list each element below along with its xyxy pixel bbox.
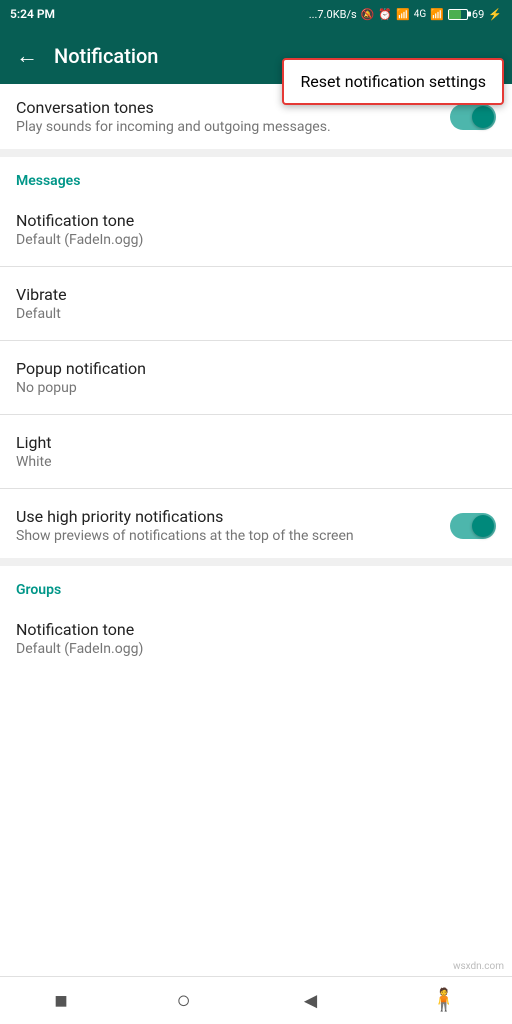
network-speed: ...7.0KB/s — [309, 8, 357, 21]
messages-vibrate-item[interactable]: Vibrate Default — [0, 271, 512, 336]
conversation-tones-toggle[interactable] — [450, 104, 496, 130]
messages-light-item[interactable]: Light White — [0, 419, 512, 484]
vibrate-icon: 🔕 — [361, 8, 375, 21]
signal-icon: 📶 — [396, 8, 410, 21]
messages-notification-tone-item[interactable]: Notification tone Default (FadeIn.ogg) — [0, 197, 512, 262]
groups-notification-tone-title: Notification tone — [16, 620, 496, 639]
divider-2 — [0, 266, 512, 267]
app-bar: ← Notification Reset notification settin… — [0, 28, 512, 84]
settings-content: Conversation tones Play sounds for incom… — [0, 84, 512, 976]
messages-light-subtitle: White — [16, 454, 496, 470]
messages-section-header: Messages — [0, 157, 512, 197]
nav-person-icon[interactable]: 🧍 — [430, 988, 457, 1013]
divider-1 — [0, 149, 512, 157]
messages-popup-notification-subtitle: No popup — [16, 380, 496, 396]
nav-back-icon[interactable]: ◄ — [300, 988, 322, 1014]
watermark: wsxdn.com — [453, 961, 504, 972]
back-button[interactable]: ← — [16, 43, 38, 69]
alarm-icon: ⏰ — [378, 8, 392, 21]
status-time: 5:24 PM — [10, 7, 55, 21]
messages-high-priority-toggle[interactable] — [450, 513, 496, 539]
lte-icon: 4G — [414, 9, 426, 20]
signal-icon-2: 📶 — [430, 8, 444, 21]
groups-section-header: Groups — [0, 566, 512, 606]
messages-light-title: Light — [16, 433, 496, 452]
divider-4 — [0, 414, 512, 415]
bolt-icon: ⚡ — [488, 8, 502, 21]
messages-vibrate-subtitle: Default — [16, 306, 496, 322]
conversation-tones-subtitle: Play sounds for incoming and outgoing me… — [16, 119, 450, 135]
messages-popup-notification-item[interactable]: Popup notification No popup — [0, 345, 512, 410]
messages-notification-tone-subtitle: Default (FadeIn.ogg) — [16, 232, 496, 248]
messages-high-priority-item[interactable]: Use high priority notifications Show pre… — [0, 493, 512, 558]
status-bar: 5:24 PM ...7.0KB/s 🔕 ⏰ 📶 4G 📶 69 ⚡ — [0, 0, 512, 28]
divider-6 — [0, 558, 512, 566]
nav-home-icon[interactable]: ○ — [176, 986, 191, 1015]
divider-5 — [0, 488, 512, 489]
messages-high-priority-title: Use high priority notifications — [16, 507, 450, 526]
reset-notification-settings-button[interactable]: Reset notification settings — [282, 58, 504, 105]
divider-3 — [0, 340, 512, 341]
bottom-nav: ■ ○ ◄ 🧍 — [0, 976, 512, 1024]
messages-notification-tone-title: Notification tone — [16, 211, 496, 230]
groups-notification-tone-item[interactable]: Notification tone Default (FadeIn.ogg) — [0, 606, 512, 671]
messages-vibrate-title: Vibrate — [16, 285, 496, 304]
messages-popup-notification-title: Popup notification — [16, 359, 496, 378]
battery-percent: 69 — [472, 8, 484, 21]
status-icons: ...7.0KB/s 🔕 ⏰ 📶 4G 📶 69 ⚡ — [309, 8, 502, 21]
battery-icon — [448, 9, 468, 20]
groups-notification-tone-subtitle: Default (FadeIn.ogg) — [16, 641, 496, 657]
nav-square-icon[interactable]: ■ — [54, 988, 67, 1014]
messages-high-priority-subtitle: Show previews of notifications at the to… — [16, 528, 450, 544]
